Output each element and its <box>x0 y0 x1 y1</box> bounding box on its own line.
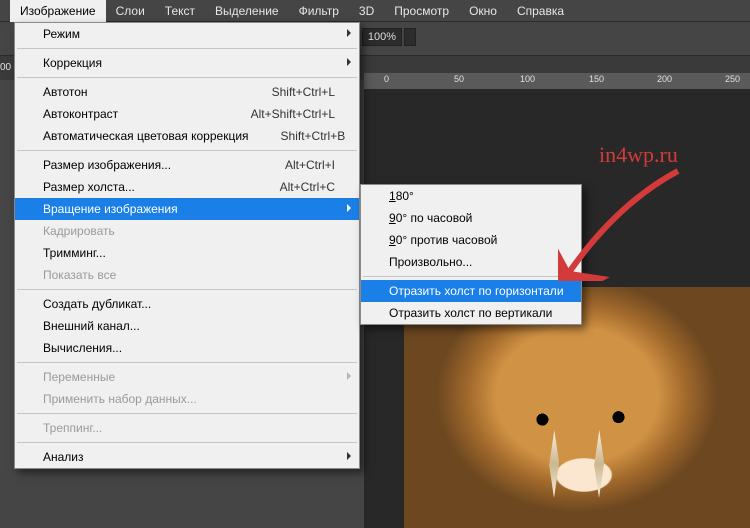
menu-item-analysis[interactable]: Анализ <box>15 446 359 468</box>
menu-label: Треппинг... <box>43 421 102 435</box>
menu-separator <box>17 362 357 363</box>
menu-label: 90° по часовой <box>389 211 472 225</box>
menu-item-auto-color[interactable]: Автоматическая цветовая коррекция Shift+… <box>15 125 359 147</box>
menu-separator <box>17 289 357 290</box>
menu-separator <box>17 413 357 414</box>
menu-label: Размер изображения... <box>43 158 171 172</box>
menu-shortcut: Alt+Ctrl+I <box>253 158 335 172</box>
zoom-dropdown-button[interactable] <box>404 28 416 46</box>
menu-label: Автоконтраст <box>43 107 118 121</box>
menu-item-image-size[interactable]: Размер изображения... Alt+Ctrl+I <box>15 154 359 176</box>
menu-separator <box>17 150 357 151</box>
menu-label: Тримминг... <box>43 246 106 260</box>
zoom-level[interactable]: 100% <box>362 28 402 46</box>
menu-label: Вычисления... <box>43 341 122 355</box>
menu-item-image-rotation[interactable]: Вращение изображения <box>15 198 359 220</box>
menu-shortcut: Shift+Ctrl+L <box>240 85 335 99</box>
menu-item-duplicate[interactable]: Создать дубликат... <box>15 293 359 315</box>
submenu-arrow-icon <box>347 29 351 37</box>
menu-separator <box>17 442 357 443</box>
menu-label: 90° против часовой <box>389 233 497 247</box>
menu-item-flip-vertical[interactable]: Отразить холст по вертикали <box>361 302 581 324</box>
menu-label: Размер холста... <box>43 180 135 194</box>
menu-window[interactable]: Окно <box>459 0 507 22</box>
menu-separator <box>17 77 357 78</box>
menu-item-rotate-90-cw[interactable]: 90° по часовой <box>361 207 581 229</box>
menu-help[interactable]: Справка <box>507 0 574 22</box>
menu-select[interactable]: Выделение <box>205 0 289 22</box>
menu-item-apply-image[interactable]: Внешний канал... <box>15 315 359 337</box>
menu-item-rotate-90-ccw[interactable]: 90° против часовой <box>361 229 581 251</box>
submenu-arrow-icon <box>347 372 351 380</box>
menu-item-reveal-all: Показать все <box>15 264 359 286</box>
ruler-tick: 0 <box>384 74 389 84</box>
menu-label: Анализ <box>43 450 84 464</box>
menu-shortcut: Alt+Ctrl+C <box>248 180 335 194</box>
menu-item-trim[interactable]: Тримминг... <box>15 242 359 264</box>
menu-label: Переменные <box>43 370 115 384</box>
menu-label: Вращение изображения <box>43 202 178 216</box>
menu-item-flip-horizontal[interactable]: Отразить холст по горизонтали <box>361 280 581 302</box>
menu-view[interactable]: Просмотр <box>384 0 459 22</box>
menu-filter[interactable]: Фильтр <box>289 0 349 22</box>
menu-shortcut: Shift+Ctrl+B <box>249 129 346 143</box>
menu-item-crop: Кадрировать <box>15 220 359 242</box>
menu-3d[interactable]: 3D <box>349 0 384 22</box>
menu-item-auto-tone[interactable]: Автотон Shift+Ctrl+L <box>15 81 359 103</box>
menu-label: Кадрировать <box>43 224 115 238</box>
image-menu-dropdown: Режим Коррекция Автотон Shift+Ctrl+L Авт… <box>14 22 360 469</box>
ruler-tick: 150 <box>589 74 604 84</box>
watermark-text: in4wp.ru <box>599 142 678 168</box>
menu-label: 180° <box>389 189 414 203</box>
menu-separator <box>17 48 357 49</box>
ruler-tick: 200 <box>657 74 672 84</box>
menu-label: Внешний канал... <box>43 319 140 333</box>
menu-item-trap: Треппинг... <box>15 417 359 439</box>
menu-item-canvas-size[interactable]: Размер холста... Alt+Ctrl+C <box>15 176 359 198</box>
menu-label: Коррекция <box>43 56 102 70</box>
menu-item-rotate-180[interactable]: 180° <box>361 185 581 207</box>
top-ruler: 0 50 100 150 200 250 <box>364 73 750 89</box>
menu-item-mode[interactable]: Режим <box>15 23 359 45</box>
menu-item-auto-contrast[interactable]: Автоконтраст Alt+Shift+Ctrl+L <box>15 103 359 125</box>
menu-label: Режим <box>43 27 80 41</box>
ruler-tick: 250 <box>725 74 740 84</box>
menubar: Изображение Слои Текст Выделение Фильтр … <box>0 0 750 22</box>
submenu-arrow-icon <box>347 452 351 460</box>
submenu-arrow-icon <box>347 204 351 212</box>
menu-layers[interactable]: Слои <box>106 0 155 22</box>
menu-item-arbitrary[interactable]: Произвольно... <box>361 251 581 273</box>
left-ruler-tick: 00 <box>0 62 11 73</box>
menu-label: Автотон <box>43 85 88 99</box>
menu-label: Применить набор данных... <box>43 392 197 406</box>
menu-shortcut: Alt+Shift+Ctrl+L <box>219 107 335 121</box>
menu-separator <box>363 276 579 277</box>
ruler-tick: 100 <box>520 74 535 84</box>
menu-label: Показать все <box>43 268 116 282</box>
menu-label: Отразить холст по горизонтали <box>389 284 564 298</box>
menu-text[interactable]: Текст <box>155 0 205 22</box>
menu-image[interactable]: Изображение <box>10 0 106 22</box>
menu-label: Отразить холст по вертикали <box>389 306 552 320</box>
menu-item-variables: Переменные <box>15 366 359 388</box>
menu-label: Создать дубликат... <box>43 297 151 311</box>
image-rotation-submenu: 180° 90° по часовой 90° против часовой П… <box>360 184 582 325</box>
menu-item-adjustments[interactable]: Коррекция <box>15 52 359 74</box>
menu-label: Произвольно... <box>389 255 472 269</box>
ruler-tick: 50 <box>454 74 464 84</box>
submenu-arrow-icon <box>347 58 351 66</box>
menu-label: Автоматическая цветовая коррекция <box>43 129 249 143</box>
menu-item-apply-data-set: Применить набор данных... <box>15 388 359 410</box>
menu-item-calculations[interactable]: Вычисления... <box>15 337 359 359</box>
